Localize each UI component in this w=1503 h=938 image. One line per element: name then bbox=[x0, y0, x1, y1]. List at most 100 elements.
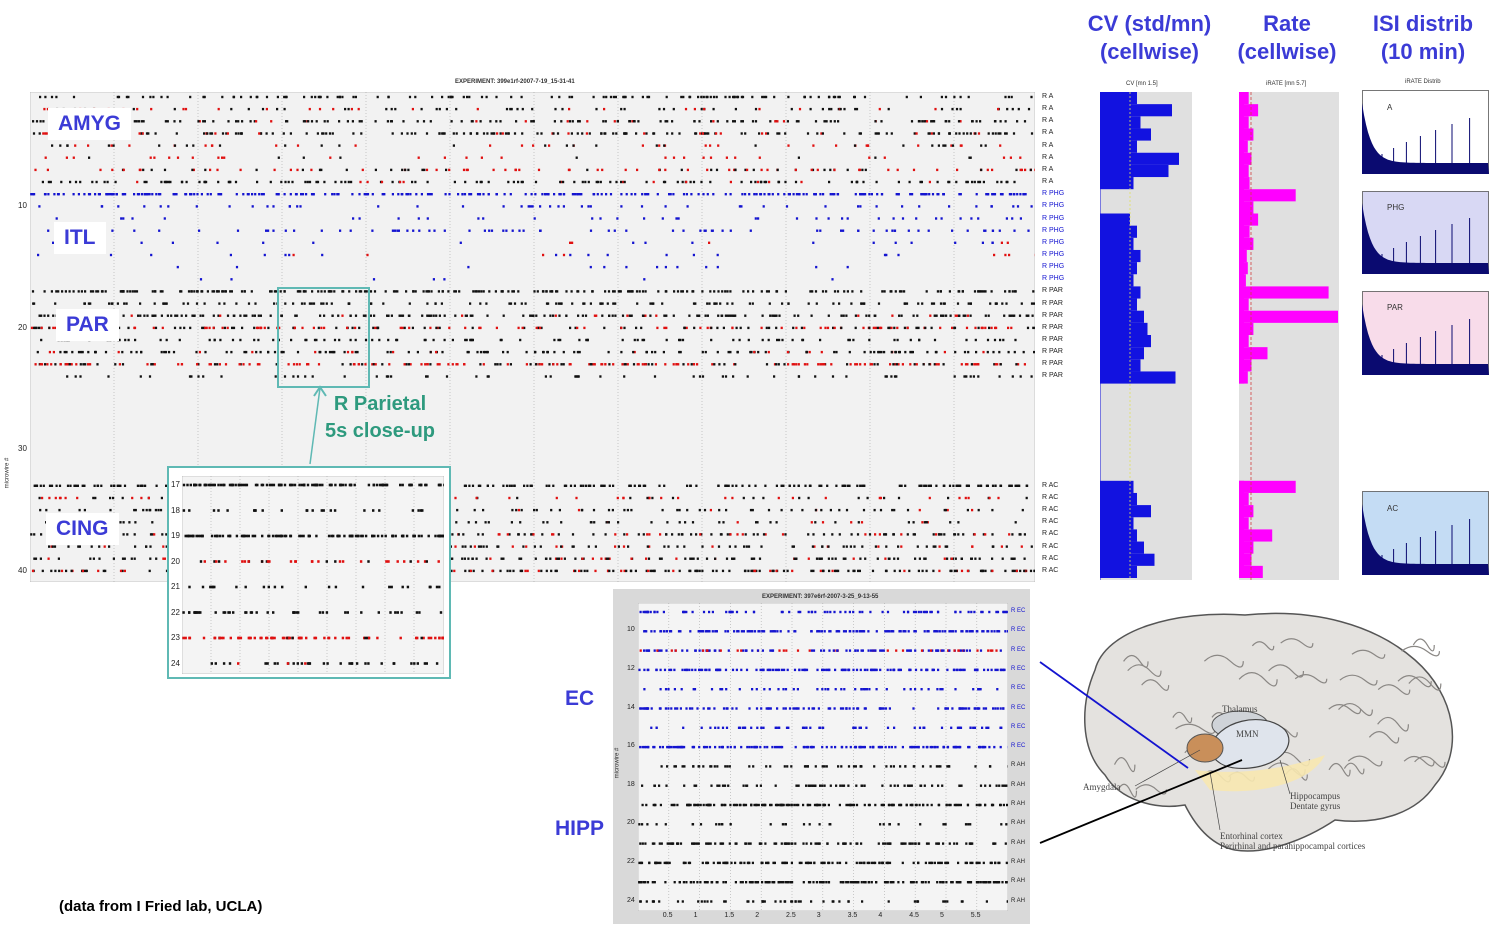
hipp-raster-ylabel: microwire # bbox=[614, 747, 621, 779]
channel-label: R AC bbox=[1042, 542, 1059, 550]
hipp-y-tick: 14 bbox=[627, 703, 635, 711]
hipp-x-tick: 1.5 bbox=[724, 912, 735, 919]
closeup-row-label: 17 bbox=[171, 480, 180, 489]
region-cing: CING bbox=[46, 513, 119, 545]
hipp-y-tick: 18 bbox=[627, 780, 635, 788]
isi-label-a: A bbox=[1387, 103, 1393, 112]
channel-label: R PHG bbox=[1042, 190, 1065, 198]
hipp-channel-label: R AH bbox=[1011, 839, 1026, 846]
closeup-row-label: 21 bbox=[171, 582, 180, 591]
region-par: PAR bbox=[56, 309, 119, 341]
channel-label: R PAR bbox=[1042, 336, 1063, 343]
hipp-channel-label: R EC bbox=[1011, 665, 1026, 672]
rate-panel-title: iRATE [mn 5.7] bbox=[1266, 81, 1307, 87]
hipp-x-tick: 5.5 bbox=[970, 912, 981, 919]
closeup-row-label: 18 bbox=[171, 505, 180, 515]
channel-label: R PHG bbox=[1042, 275, 1065, 283]
isi-box-a bbox=[1362, 90, 1489, 174]
channel-label: R AC bbox=[1042, 481, 1059, 489]
hipp-x-tick: 2 bbox=[755, 912, 760, 919]
hipp-raster-title: EXPERIMENT: 397e6rf-2007-3-25_9-13-55 bbox=[762, 594, 879, 600]
channel-label: R PHG bbox=[1042, 226, 1065, 234]
channel-label: R AC bbox=[1042, 554, 1059, 562]
hipp-channel-label: R EC bbox=[1011, 704, 1026, 711]
isi-header: ISI distrib (10 min) bbox=[1372, 11, 1474, 64]
closeup-row-label: 20 bbox=[171, 556, 180, 566]
hipp-y-tick: 24 bbox=[627, 896, 635, 904]
hipp-channel-label: R AH bbox=[1011, 878, 1026, 885]
hipp-y-tick: 20 bbox=[627, 819, 635, 827]
hipp-x-tick: 4 bbox=[878, 912, 883, 919]
channel-label: R PAR bbox=[1042, 299, 1063, 307]
y-tick-label: 10 bbox=[18, 201, 27, 211]
isi-box-phg bbox=[1362, 191, 1489, 274]
channel-label: R PHG bbox=[1042, 238, 1065, 246]
brain-label-amygdala: Amygdala bbox=[1083, 782, 1121, 792]
channel-label: R PHG bbox=[1042, 214, 1065, 222]
channel-label: R AC bbox=[1042, 518, 1059, 526]
channel-label: R PHG bbox=[1042, 202, 1065, 210]
hipp-channel-label: R AH bbox=[1011, 801, 1026, 807]
channel-label: R AC bbox=[1042, 493, 1059, 501]
isi-box-ac bbox=[1362, 491, 1489, 575]
hipp-channel-label: R EC bbox=[1011, 608, 1026, 614]
cv-bar-panel bbox=[1100, 92, 1192, 580]
closeup-row-label: 22 bbox=[171, 607, 180, 617]
hipp-channel-label: R EC bbox=[1011, 646, 1026, 653]
brain-label-hippocampus: Hippocampus Dentate gyrus bbox=[1290, 791, 1341, 811]
rate-bar-panel bbox=[1239, 92, 1339, 580]
isi-label-par: PAR bbox=[1387, 303, 1403, 312]
closeup-selection-box bbox=[277, 287, 370, 388]
closeup-row-label: 19 bbox=[171, 531, 180, 540]
hipp-x-tick: 2.5 bbox=[786, 912, 796, 919]
closeup-row-label: 24 bbox=[171, 658, 180, 668]
channel-label: R A bbox=[1042, 153, 1054, 161]
hipp-x-tick: 1 bbox=[693, 912, 698, 919]
hipp-x-tick: 3.5 bbox=[847, 912, 858, 919]
hipp-channel-label: R AH bbox=[1011, 781, 1026, 788]
rate-header: Rate (cellwise) bbox=[1237, 11, 1337, 64]
isi-label-phg: PHG bbox=[1387, 203, 1405, 212]
channel-label: R PAR bbox=[1042, 311, 1063, 319]
hipp-x-tick: 4.5 bbox=[909, 912, 919, 919]
channel-label: R A bbox=[1042, 141, 1054, 149]
channel-label: R PAR bbox=[1042, 372, 1063, 380]
region-hipp: HIPP bbox=[555, 817, 605, 840]
hipp-x-tick: 3 bbox=[816, 912, 821, 919]
closeup-raster bbox=[182, 476, 444, 674]
y-tick-label: 40 bbox=[18, 565, 27, 575]
data-credit: (data from I Fried lab, UCLA) bbox=[59, 898, 263, 915]
region-amyg: AMYG bbox=[48, 108, 131, 140]
channel-label: R AC bbox=[1042, 530, 1059, 538]
hipp-channel-label: R AH bbox=[1011, 762, 1026, 769]
brain-label-entorhinal: Entorhinal cortex Perirhinal and parahip… bbox=[1220, 831, 1366, 851]
channel-label: R A bbox=[1042, 105, 1054, 113]
raster-title: EXPERIMENT: 399e1rf-2007-7-19_15-31-41 bbox=[455, 79, 575, 85]
closeup-callout: R Parietal 5s close-up bbox=[324, 393, 436, 442]
hipp-channel-label: R EC bbox=[1011, 723, 1026, 730]
channel-label: R A bbox=[1042, 129, 1054, 137]
hipp-channel-label: R EC bbox=[1011, 743, 1026, 750]
channel-label: R PHG bbox=[1042, 263, 1065, 271]
hipp-channel-label: R EC bbox=[1011, 627, 1026, 634]
cv-panel-title: CV [mn 1.5] bbox=[1126, 81, 1158, 87]
hipp-y-tick: 16 bbox=[627, 742, 635, 750]
region-itl: ITL bbox=[54, 222, 106, 254]
hipp-y-tick: 10 bbox=[627, 626, 635, 634]
channel-label: R PAR bbox=[1042, 348, 1063, 356]
hipp-channel-label: R AH bbox=[1011, 897, 1026, 904]
channel-label: R A bbox=[1042, 93, 1054, 100]
hipp-y-tick: 12 bbox=[627, 664, 635, 672]
region-ec: EC bbox=[565, 687, 595, 710]
hipp-raster-plot bbox=[638, 603, 1008, 911]
raster-ylabel: microwire # bbox=[4, 457, 11, 489]
channel-label: R PAR bbox=[1042, 323, 1063, 331]
cv-header: CV (std/mn) (cellwise) bbox=[1087, 11, 1212, 64]
channel-label: R A bbox=[1042, 165, 1054, 173]
hipp-channel-label: R EC bbox=[1011, 685, 1026, 692]
channel-label: R PHG bbox=[1042, 250, 1065, 258]
channel-label: R AC bbox=[1042, 506, 1059, 514]
channel-label: R AC bbox=[1042, 566, 1059, 574]
channel-label: R A bbox=[1042, 178, 1054, 186]
brain-label-mmn: MMN bbox=[1236, 729, 1259, 739]
